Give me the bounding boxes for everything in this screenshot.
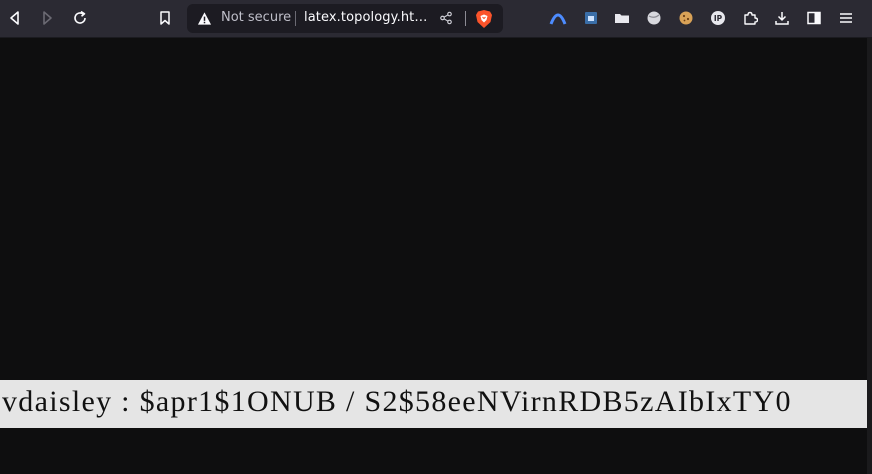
downloads-button[interactable] <box>771 7 793 29</box>
folder-extension-button[interactable] <box>611 7 633 29</box>
sidebar-button[interactable] <box>803 7 825 29</box>
bookmark-icon <box>160 11 170 25</box>
reload-icon <box>74 10 86 24</box>
brave-shield-icon[interactable] <box>475 9 493 29</box>
back-button[interactable] <box>4 7 26 29</box>
cookie-extension-button[interactable] <box>675 7 697 29</box>
reload-button[interactable] <box>69 7 91 29</box>
puzzle-icon <box>744 11 758 25</box>
browser-toolbar: Not secure latex.topology.ht… IP <box>0 0 872 38</box>
folder-icon <box>615 14 629 23</box>
credential-text: vdaisley : $apr1$1ONUB / S2$58eeNVirnRDB… <box>2 385 792 418</box>
arc-icon <box>549 13 567 25</box>
security-label[interactable]: Not secure <box>221 10 291 25</box>
extension-blue-icon <box>585 12 597 24</box>
url-divider <box>295 11 296 26</box>
menu-icon <box>840 13 852 23</box>
cookie-icon <box>679 11 693 25</box>
highlighted-text-bar: vdaisley : $apr1$1ONUB / S2$58eeNVirnRDB… <box>0 380 867 428</box>
back-icon <box>10 11 19 25</box>
forward-icon <box>43 11 52 25</box>
globe-extension-button[interactable] <box>643 7 665 29</box>
share-icon[interactable] <box>439 11 453 25</box>
warning-triangle-icon[interactable] <box>197 11 212 26</box>
blue-extension-button[interactable] <box>580 7 602 29</box>
extensions-button[interactable] <box>739 7 761 29</box>
ip-extension-button[interactable]: IP <box>707 7 729 29</box>
page-scrollbar[interactable] <box>867 38 872 474</box>
ip-icon: IP <box>711 11 725 25</box>
forward-button[interactable] <box>36 7 58 29</box>
page-content: vdaisley : $apr1$1ONUB / S2$58eeNVirnRDB… <box>0 38 867 474</box>
globe-icon <box>647 11 661 25</box>
bookmark-button[interactable] <box>154 7 176 29</box>
menu-button[interactable] <box>835 7 857 29</box>
arc-extension-button[interactable] <box>547 7 569 29</box>
sidebar-icon <box>807 11 821 25</box>
address-bar[interactable]: Not secure latex.topology.ht… <box>187 4 503 33</box>
url-text[interactable]: latex.topology.ht… <box>304 10 427 25</box>
url-divider-2 <box>465 11 466 26</box>
svg-text:IP: IP <box>714 14 723 23</box>
download-icon <box>775 12 789 25</box>
